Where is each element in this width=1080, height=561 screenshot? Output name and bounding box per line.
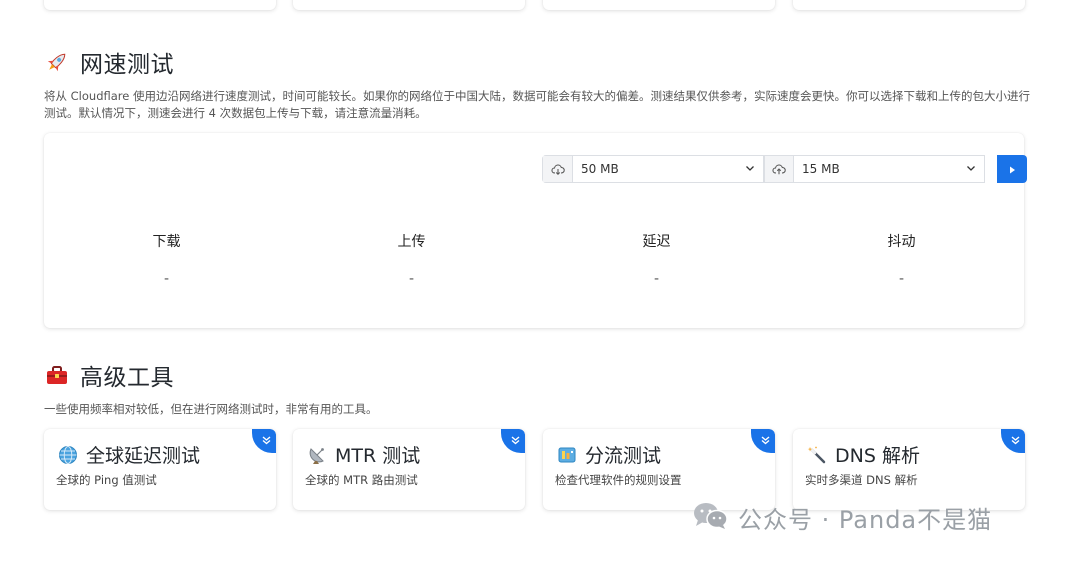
toolbox-icon: [44, 362, 70, 388]
metric-label: 延迟: [642, 234, 671, 250]
chevron-down-icon: [966, 162, 976, 176]
cloud-upload-icon: [764, 156, 794, 182]
description-line: 测试。默认情况下，测速会进行 4 次数据包上传与下载，请注意流量消耗。: [44, 106, 427, 120]
tool-subtitle: 全球的 Ping 值测试: [56, 473, 157, 487]
tool-subtitle: 全球的 MTR 路由测试: [305, 473, 418, 487]
watermark: 公众号 · Panda不是猫: [692, 500, 992, 535]
speed-test-description: 将从 Cloudflare 使用边沿网络进行速度测试，时间可能较长。如果你的网络…: [44, 88, 1030, 122]
metric-label: 下载: [152, 234, 181, 250]
section-title: 网速测试: [80, 52, 174, 78]
metric-upload: 上传 -: [289, 231, 534, 287]
tool-title: DNS 解析: [835, 445, 920, 467]
play-icon: [1007, 160, 1017, 179]
card-partial: [543, 0, 775, 10]
size-controls: 50 MB 15 MB: [542, 155, 1027, 183]
expand-button[interactable]: [252, 429, 276, 453]
metric-label: 抖动: [887, 234, 916, 250]
tool-card-global-latency[interactable]: 全球延迟测试 全球的 Ping 值测试: [44, 429, 276, 510]
watermark-text: 公众号 · Panda不是猫: [738, 506, 993, 534]
rocket-icon: [44, 49, 70, 75]
tool-title: MTR 测试: [335, 445, 421, 467]
tool-title: 分流测试: [585, 445, 662, 467]
tool-subtitle: 实时多渠道 DNS 解析: [805, 473, 918, 487]
control-panel-icon: [557, 445, 577, 465]
satellite-icon: [307, 445, 327, 465]
expand-button[interactable]: [1001, 429, 1025, 453]
tool-card-split-routing[interactable]: 分流测试 检查代理软件的规则设置: [543, 429, 775, 510]
metric-download: 下载 -: [44, 231, 289, 287]
advanced-tools-heading: 高级工具: [44, 358, 174, 392]
metric-label: 上传: [397, 234, 426, 250]
card-partial: [44, 0, 276, 10]
metric-jitter: 抖动 -: [779, 231, 1024, 287]
double-chevron-down-icon: [510, 431, 521, 450]
metric-value: -: [898, 271, 905, 287]
speed-test-heading: 网速测试: [44, 45, 174, 79]
chevron-down-icon: [745, 162, 755, 176]
double-chevron-down-icon: [1010, 431, 1021, 450]
metric-latency: 延迟 -: [534, 231, 779, 287]
metrics-row: 下载 - 上传 - 延迟 - 抖动 -: [44, 231, 1024, 287]
card-partial: [293, 0, 525, 10]
speed-test-card: 50 MB 15 MB 下载 - 上传 - 延迟 - 抖动 -: [44, 133, 1027, 328]
metric-value: -: [163, 271, 170, 287]
metric-value: -: [408, 271, 415, 287]
download-size-select[interactable]: 50 MB: [542, 155, 764, 183]
upload-size-select[interactable]: 15 MB: [764, 155, 985, 183]
double-chevron-down-icon: [261, 431, 272, 450]
tool-card-dns[interactable]: DNS 解析 实时多渠道 DNS 解析: [793, 429, 1025, 510]
wechat-icon: [692, 501, 730, 535]
tool-subtitle: 检查代理软件的规则设置: [555, 473, 682, 487]
double-chevron-down-icon: [760, 431, 771, 450]
expand-button[interactable]: [751, 429, 775, 453]
tool-card-mtr[interactable]: MTR 测试 全球的 MTR 路由测试: [293, 429, 525, 510]
section-title: 高级工具: [80, 365, 174, 391]
upload-size-value: 15 MB: [802, 162, 840, 176]
advanced-tools-description: 一些使用频率相对较低，但在进行网络测试时，非常有用的工具。: [44, 402, 378, 416]
globe-icon: [58, 445, 78, 465]
cloud-download-icon: [543, 156, 573, 182]
expand-button[interactable]: [501, 429, 525, 453]
metric-value: -: [653, 271, 660, 287]
start-test-button[interactable]: [997, 155, 1027, 183]
description-line: 将从 Cloudflare 使用边沿网络进行速度测试，时间可能较长。如果你的网络…: [44, 89, 1030, 103]
download-size-value: 50 MB: [581, 162, 619, 176]
tool-title: 全球延迟测试: [86, 445, 201, 467]
magic-wand-icon: [807, 445, 827, 465]
card-partial: [793, 0, 1025, 10]
